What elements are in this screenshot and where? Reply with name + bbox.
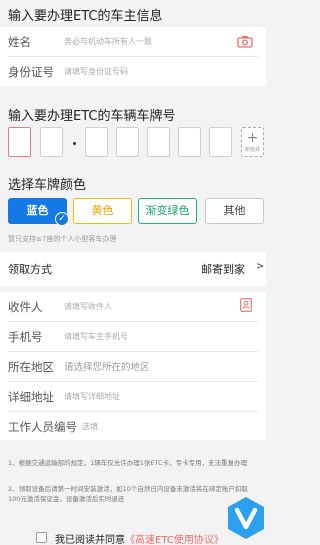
chevron-right-icon[interactable]: > <box>256 261 264 272</box>
id-row[interactable]: 身份证号 请填写身份证号码 <box>0 57 266 87</box>
plate-char-5[interactable] <box>147 127 170 157</box>
address-detail-row[interactable]: 详细地址 请填写详细地址 <box>0 382 266 412</box>
notice-1: 1、根据交通运输部的规定，1辆车仅允许办理1张ETC卡，专卡专用，无法重复办理 <box>8 459 248 467</box>
agreement-prefix: 我已阅读并同意 <box>55 535 125 545</box>
delivery-value[interactable]: 邮寄到家 <box>201 261 245 277</box>
delivery-form: 领取方式 邮寄到家 > 收件人 请填写收件人 手机号 请填写车主手机号 所在地区… <box>0 252 266 440</box>
plus-icon: + <box>246 130 259 146</box>
color-option-yellow[interactable]: 黄色 <box>73 198 132 224</box>
vehicle-limit-note: 暂只支持≤7座的个人小型客车办理 <box>8 235 117 243</box>
region-row[interactable]: 所在地区 请选择您所在的地区 <box>0 352 266 382</box>
plate-char-6[interactable] <box>178 127 201 157</box>
owner-section-title: 输入要办理ETC的车主信息 <box>8 9 163 24</box>
name-row[interactable]: 姓名 务必与机动车所有人一致 <box>0 27 266 57</box>
selected-check-icon: ✓ <box>55 212 69 226</box>
color-section-title: 选择车牌颜色 <box>8 178 87 193</box>
plate-separator-dot <box>73 142 76 145</box>
plate-section-title: 输入要办理ETC的车辆车牌号 <box>8 109 176 124</box>
staff-id-row[interactable]: 工作人员编号 选填 <box>0 412 266 442</box>
new-energy-label: 新能源 <box>244 147 260 153</box>
recipient-label: 收件人 <box>8 300 43 314</box>
new-energy-plate-button[interactable]: + 新能源 <box>241 127 264 157</box>
phone-label: 手机号 <box>8 330 43 344</box>
plate-char-4[interactable] <box>116 127 139 157</box>
plate-char-1[interactable] <box>8 127 31 157</box>
address-detail-input[interactable]: 请填写详细地址 <box>64 391 120 402</box>
floating-v-logo-icon[interactable] <box>226 496 266 540</box>
staff-id-input[interactable]: 选填 <box>82 421 98 432</box>
plate-char-3[interactable] <box>85 127 108 157</box>
staff-id-label: 工作人员编号 <box>8 420 77 434</box>
address-detail-label: 详细地址 <box>8 390 54 404</box>
delivery-method-row[interactable]: 领取方式 邮寄到家 > <box>0 254 266 284</box>
owner-form: 姓名 务必与机动车所有人一致 身份证号 请填写身份证号码 <box>0 27 266 86</box>
color-option-gradient-green[interactable]: 渐变绿色 <box>138 198 197 224</box>
region-label: 所在地区 <box>8 360 54 374</box>
plate-char-2[interactable] <box>40 127 63 157</box>
delivery-label: 领取方式 <box>8 263 52 276</box>
contact-book-icon[interactable] <box>240 298 252 312</box>
recipient-input[interactable]: 请填写收件人 <box>64 301 112 312</box>
agreement-checkbox[interactable] <box>36 532 47 543</box>
name-label: 姓名 <box>8 35 31 49</box>
phone-row[interactable]: 手机号 请填写车主手机号 <box>0 322 266 352</box>
notice-2: 2、领取设备后请第一时间安装激活，如10个自然日内设备未激活将在绑定账户扣取10… <box>8 485 248 503</box>
id-label: 身份证号 <box>8 65 54 79</box>
agreement-link[interactable]: 《高速ETC使用协议》 <box>125 535 224 545</box>
agreement-text: 我已阅读并同意《高速ETC使用协议》 <box>55 531 224 545</box>
recipient-row[interactable]: 收件人 请填写收件人 <box>0 292 266 322</box>
region-select[interactable]: 请选择您所在的地区 <box>64 359 150 373</box>
name-input[interactable]: 务必与机动车所有人一致 <box>64 36 152 47</box>
plate-char-7[interactable] <box>209 127 232 157</box>
color-option-other[interactable]: 其他 <box>205 198 264 224</box>
id-input[interactable]: 请填写身份证号码 <box>64 66 128 77</box>
camera-icon[interactable] <box>237 35 253 48</box>
phone-input[interactable]: 请填写车主手机号 <box>64 331 128 342</box>
